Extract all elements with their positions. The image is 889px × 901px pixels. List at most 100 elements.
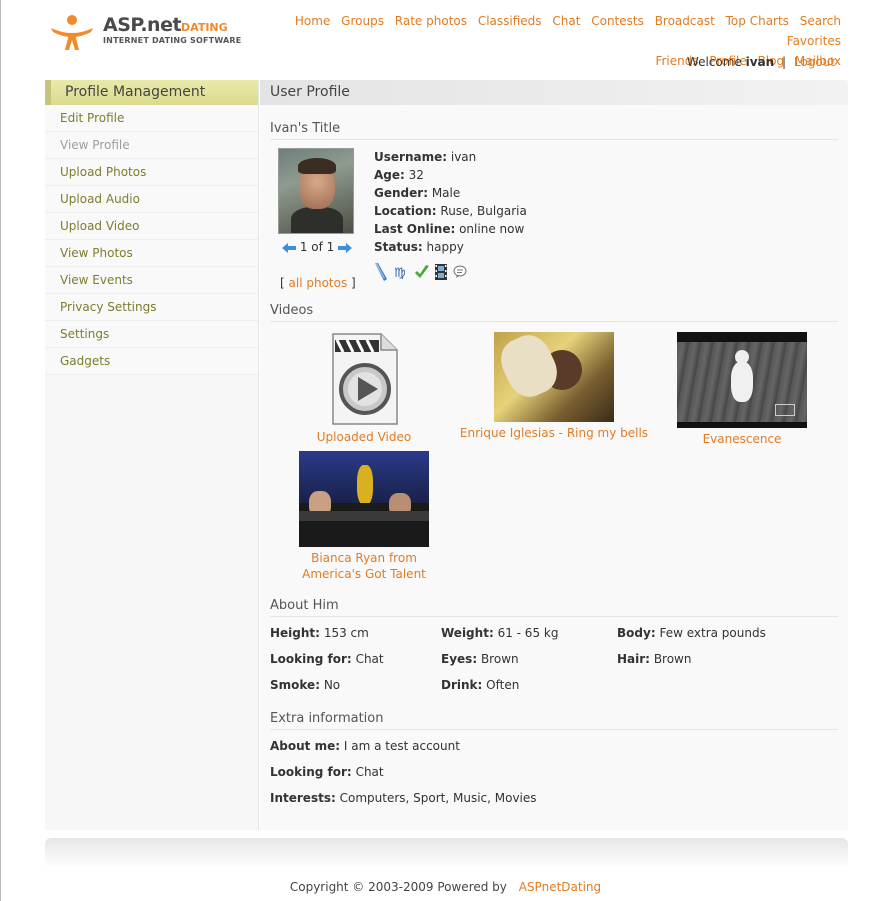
sidebar-item-view-events[interactable]: View Events (45, 267, 258, 294)
sidebar-item-label[interactable]: View Events (60, 273, 133, 287)
logo-brand: ASP.netDATING (103, 14, 228, 36)
pen-icon[interactable] (374, 262, 388, 285)
video-item[interactable]: Enrique Iglesias - Ring my bells (458, 332, 650, 441)
nav-search[interactable]: Search (800, 14, 841, 28)
sidebar-item-label[interactable]: Upload Audio (60, 192, 140, 206)
profile-title: Ivan's Title (270, 121, 838, 140)
sidebar-item-label[interactable]: Edit Profile (60, 111, 124, 125)
logo-tagline: INTERNET DATING SOFTWARE (103, 36, 242, 45)
sidebar-menu: Edit Profile View Profile Upload Photos … (45, 105, 258, 375)
status-icons: ♍ (374, 262, 469, 285)
logo-figure-icon (51, 15, 93, 50)
svg-text:♍: ♍ (394, 266, 406, 279)
field-age: Age: 32 (374, 168, 424, 182)
chat-bubble-icon[interactable] (453, 265, 467, 282)
about-drink: Drink: Often (441, 678, 520, 692)
bracket-open: [ (280, 276, 285, 290)
film-icon[interactable] (435, 264, 448, 283)
about-hair: Hair: Brown (617, 652, 692, 666)
virgo-sign-icon[interactable]: ♍ (394, 265, 408, 282)
prev-arrow-icon[interactable] (282, 242, 296, 253)
sidebar-item-edit-profile[interactable]: Edit Profile (45, 105, 258, 132)
sidebar-item-settings[interactable]: Settings (45, 321, 258, 348)
sidebar-title: Profile Management (45, 80, 258, 105)
video-title[interactable]: Evanescence (703, 432, 782, 446)
field-status: Status: happy (374, 240, 464, 254)
copyright: Copyright © 2003-2009 Powered by ASPnetD… (1, 880, 889, 894)
field-username: Username: ivan (374, 150, 477, 164)
welcome-separator: | (782, 55, 787, 69)
main-content: User Profile Ivan's Title 1 of 1 [ all p… (260, 80, 848, 830)
profile-photo[interactable] (278, 148, 354, 234)
about-smoke: Smoke: No (270, 678, 341, 692)
videos-title: Videos (270, 303, 838, 322)
about-eyes: Eyes: Brown (441, 652, 519, 666)
video-title[interactable]: Uploaded Video (317, 430, 411, 444)
extra-looking-for: Looking for: Chat (270, 765, 384, 779)
extra-about-me: About me: I am a test account (270, 739, 460, 753)
about-body: Body: Few extra pounds (617, 626, 766, 640)
video-title[interactable]: Enrique Iglesias - Ring my bells (460, 426, 648, 440)
sidebar-item-label[interactable]: View Profile (60, 138, 130, 152)
sidebar-item-gadgets[interactable]: Gadgets (45, 348, 258, 375)
field-location: Location: Ruse, Bulgaria (374, 204, 527, 218)
photo-counter: 1 of 1 (299, 240, 335, 254)
video-item[interactable]: Bianca Ryan from America's Got Talent (280, 451, 448, 582)
video-thumbnail[interactable] (494, 332, 614, 422)
photo-pager: 1 of 1 (282, 240, 358, 254)
welcome-username: ivan (745, 55, 775, 69)
extra-interests: Interests: Computers, Sport, Music, Movi… (270, 791, 537, 805)
sidebar-item-upload-photos[interactable]: Upload Photos (45, 159, 258, 186)
nav-home[interactable]: Home (295, 14, 330, 28)
sidebar-item-label[interactable]: View Photos (60, 246, 133, 260)
nav-broadcast[interactable]: Broadcast (655, 14, 715, 28)
sidebar-item-view-photos[interactable]: View Photos (45, 240, 258, 267)
video-thumbnail[interactable] (299, 451, 429, 547)
sidebar-item-upload-audio[interactable]: Upload Audio (45, 186, 258, 213)
nav-classifieds[interactable]: Classifieds (478, 14, 542, 28)
field-gender: Gender: Male (374, 186, 461, 200)
bracket-close: ] (351, 276, 356, 290)
footer-bar (45, 838, 848, 868)
page-title: User Profile (260, 80, 848, 105)
sidebar-item-label[interactable]: Gadgets (60, 354, 110, 368)
nav-top-charts[interactable]: Top Charts (726, 14, 789, 28)
about-grid: Height: 153 cm Weight: 61 - 65 kg Body: … (270, 626, 838, 706)
about-looking-for: Looking for: Chat (270, 652, 384, 666)
checkmark-icon[interactable] (414, 264, 430, 283)
sidebar-item-label[interactable]: Upload Photos (60, 165, 146, 179)
video-item[interactable]: Uploaded Video (280, 332, 448, 445)
extra-title: Extra information (270, 711, 838, 730)
video-item[interactable]: Evanescence (660, 332, 824, 447)
sidebar-item-view-profile[interactable]: View Profile (45, 132, 258, 159)
sidebar-item-label[interactable]: Privacy Settings (60, 300, 156, 314)
sidebar-item-privacy-settings[interactable]: Privacy Settings (45, 294, 258, 321)
nav-groups[interactable]: Groups (341, 14, 384, 28)
video-file-icon[interactable] (329, 332, 399, 426)
sidebar: Profile Management Edit Profile View Pro… (45, 80, 259, 830)
extra-info: About me: I am a test account Looking fo… (270, 739, 838, 819)
sidebar-item-label[interactable]: Settings (60, 327, 109, 341)
site-logo[interactable]: ASP.netDATING INTERNET DATING SOFTWARE (47, 12, 241, 54)
nav-contests[interactable]: Contests (591, 14, 644, 28)
field-last-online: Last Online: online now (374, 222, 525, 236)
logout-link[interactable]: Logout (794, 55, 835, 69)
welcome-prefix: Welcome (686, 55, 742, 69)
about-height: Height: 153 cm (270, 626, 369, 640)
sidebar-item-upload-video[interactable]: Upload Video (45, 213, 258, 240)
video-thumbnail[interactable] (677, 332, 807, 428)
video-title[interactable]: Bianca Ryan from America's Got Talent (302, 551, 426, 581)
powered-by-link[interactable]: ASPnetDating (519, 880, 601, 894)
nav-favorites[interactable]: Favorites (787, 34, 841, 48)
all-photos: [ all photos ] (280, 276, 356, 290)
copyright-text: Copyright © 2003-2009 Powered by (289, 880, 507, 894)
all-photos-link[interactable]: all photos (289, 276, 348, 290)
about-weight: Weight: 61 - 65 kg (441, 626, 559, 640)
next-arrow-icon[interactable] (338, 242, 353, 253)
nav-chat[interactable]: Chat (552, 14, 580, 28)
about-title: About Him (270, 598, 838, 617)
welcome-message: Welcome ivan | Logout (687, 55, 835, 69)
profile-details: Username: ivan Age: 32 Gender: Male Loca… (374, 148, 527, 256)
sidebar-item-label[interactable]: Upload Video (60, 219, 139, 233)
nav-rate-photos[interactable]: Rate photos (395, 14, 467, 28)
